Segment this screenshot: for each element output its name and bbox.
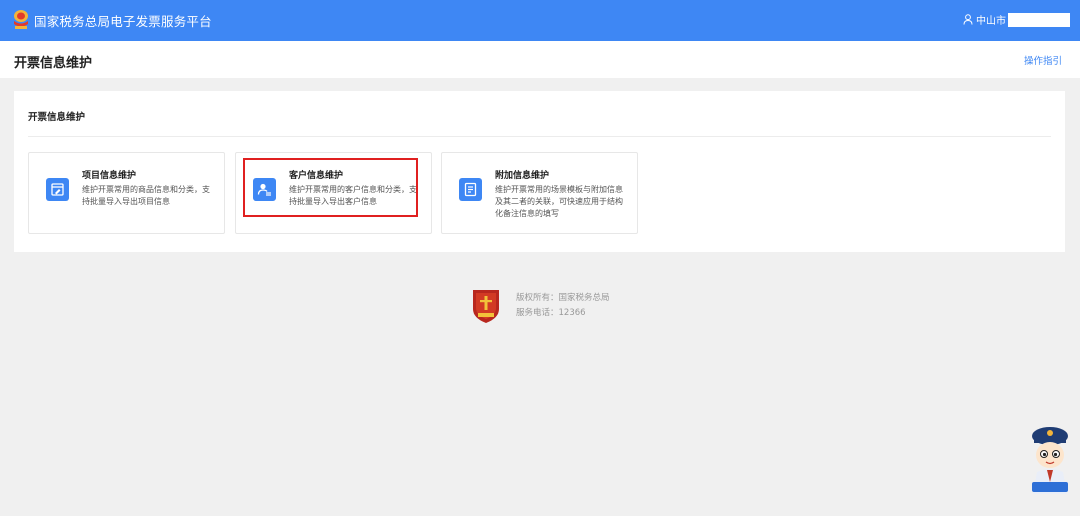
card-description: 维护开票常用的场景模板与附加信息及其二者的关联，可快速应用于结构化备注信息的填写 [495, 185, 623, 218]
edit-form-icon [46, 178, 69, 201]
card-title: 附加信息维护 [495, 171, 550, 181]
user-icon [963, 14, 973, 25]
panel-divider [28, 136, 1051, 137]
footer-copyright: 版权所有：国家税务总局 [516, 292, 610, 303]
user-name: 中山市 [976, 16, 1006, 27]
assistant-mascot-icon[interactable] [1027, 424, 1073, 494]
tax-emblem-icon [11, 9, 31, 31]
maintenance-panel: 开票信息维护 项目信息维护 维护开票常用的商品信息和分类，支持批量导入导出项目信… [14, 91, 1065, 252]
footer: 版权所有：国家税务总局 服务电话：12366 [471, 287, 610, 324]
document-list-icon [459, 178, 482, 201]
platform-title: 国家税务总局电子发票服务平台 [34, 13, 212, 29]
page-title-bar: 开票信息维护 操作指引 [0, 41, 1080, 78]
card-title: 项目信息维护 [82, 171, 137, 181]
tax-shield-emblem-icon [471, 287, 501, 324]
highlight-box [243, 158, 418, 217]
brand[interactable]: 国家税务总局电子发票服务平台 [11, 9, 212, 31]
panel-title: 开票信息维护 [28, 112, 86, 123]
footer-phone: 服务电话：12366 [516, 307, 586, 318]
card-description: 维护开票常用的商品信息和分类，支持批量导入导出项目信息 [82, 185, 210, 206]
top-header: 国家税务总局电子发票服务平台 中山市 [0, 0, 1080, 41]
redacted-user-block [1008, 12, 1070, 27]
operation-guide-link[interactable]: 操作指引 [1024, 53, 1062, 67]
card-item-info[interactable]: 项目信息维护 维护开票常用的商品信息和分类，支持批量导入导出项目信息 [28, 152, 225, 234]
user-menu[interactable]: 中山市 [963, 12, 1070, 27]
page-title: 开票信息维护 [14, 56, 93, 71]
card-additional-info[interactable]: 附加信息维护 维护开票常用的场景模板与附加信息及其二者的关联，可快速应用于结构化… [441, 152, 638, 234]
